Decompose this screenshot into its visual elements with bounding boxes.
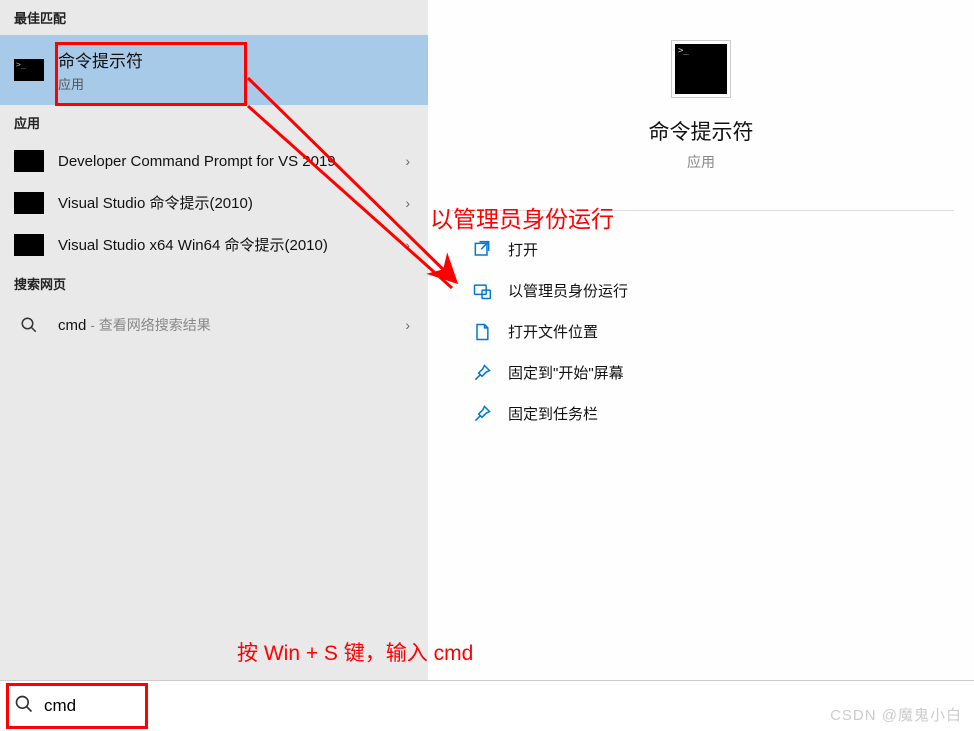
preview-title: 命令提示符 xyxy=(649,116,754,146)
pin-icon xyxy=(472,404,492,424)
search-bar[interactable] xyxy=(0,680,974,731)
action-pin-to-start[interactable]: 固定到"开始"屏幕 xyxy=(464,352,938,393)
search-icon xyxy=(14,694,34,719)
action-label: 固定到"开始"屏幕 xyxy=(508,362,624,383)
apps-header: 应用 xyxy=(0,105,428,140)
best-match-item[interactable]: 命令提示符 应用 xyxy=(0,35,428,105)
preview-panel: 命令提示符 应用 打开 以管理员身份运行 打开文件位置 固定到"开始"屏幕 xyxy=(428,0,974,680)
app-label: Developer Command Prompt for VS 2019 xyxy=(58,151,401,172)
action-label: 以管理员身份运行 xyxy=(508,280,628,301)
search-results-panel: 最佳匹配 命令提示符 应用 应用 Developer Command Promp… xyxy=(0,0,428,680)
search-input[interactable] xyxy=(44,696,960,716)
app-label: Visual Studio x64 Win64 命令提示(2010) xyxy=(58,235,401,256)
action-label: 打开文件位置 xyxy=(508,321,598,342)
search-icon xyxy=(14,316,44,334)
app-large-icon xyxy=(671,40,731,98)
web-header: 搜索网页 xyxy=(0,266,428,301)
app-result-item[interactable]: Developer Command Prompt for VS 2019 › xyxy=(0,140,428,182)
shield-icon xyxy=(472,281,492,301)
app-result-item[interactable]: Visual Studio 命令提示(2010) › xyxy=(0,182,428,224)
best-match-subtitle: 应用 xyxy=(58,74,414,93)
web-query: cmd xyxy=(58,317,86,334)
action-label: 打开 xyxy=(508,239,538,260)
pin-icon xyxy=(472,363,492,383)
divider xyxy=(448,210,954,211)
folder-icon xyxy=(472,322,492,342)
chevron-right-icon[interactable]: › xyxy=(401,317,414,333)
chevron-right-icon[interactable]: › xyxy=(401,237,414,253)
chevron-right-icon[interactable]: › xyxy=(401,153,414,169)
preview-subtitle: 应用 xyxy=(687,152,715,172)
open-icon xyxy=(472,240,492,260)
app-result-item[interactable]: Visual Studio x64 Win64 命令提示(2010) › xyxy=(0,224,428,266)
web-search-item[interactable]: cmd - 查看网络搜索结果 › xyxy=(0,301,428,349)
best-match-title: 命令提示符 xyxy=(58,47,414,72)
terminal-icon xyxy=(14,150,44,172)
action-pin-to-taskbar[interactable]: 固定到任务栏 xyxy=(464,393,938,434)
best-match-header: 最佳匹配 xyxy=(0,0,428,35)
watermark: CSDN @魔鬼小白 xyxy=(830,704,962,725)
action-run-as-admin[interactable]: 以管理员身份运行 xyxy=(464,270,938,311)
action-open[interactable]: 打开 xyxy=(464,229,938,270)
terminal-icon xyxy=(14,59,44,81)
action-open-file-location[interactable]: 打开文件位置 xyxy=(464,311,938,352)
terminal-icon xyxy=(14,234,44,256)
action-label: 固定到任务栏 xyxy=(508,403,598,424)
chevron-right-icon[interactable]: › xyxy=(401,195,414,211)
app-label: Visual Studio 命令提示(2010) xyxy=(58,193,401,214)
web-hint: - 查看网络搜索结果 xyxy=(86,317,210,333)
terminal-icon xyxy=(14,192,44,214)
